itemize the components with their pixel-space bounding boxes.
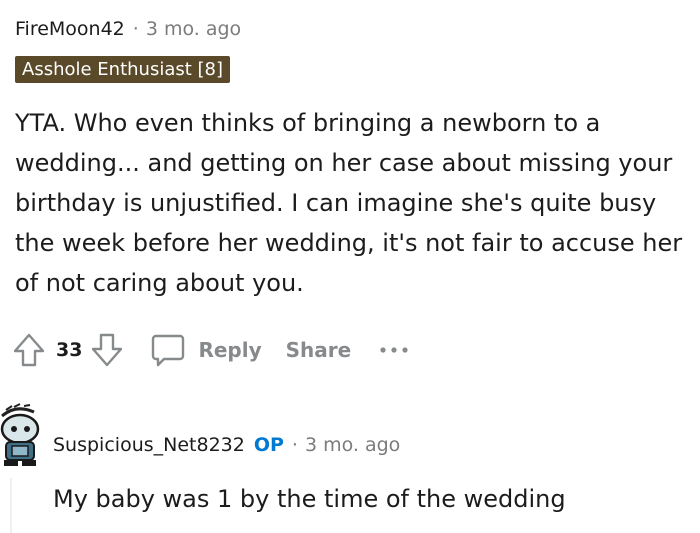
meta-separator: · [132,18,139,40]
reply-button[interactable]: Reply [198,338,261,362]
snoo-avatar-icon[interactable] [0,402,44,470]
downvote-arrow-icon[interactable] [90,332,124,368]
reply-body: My baby was 1 by the time of the wedding [53,485,566,513]
op-badge: OP [253,434,284,456]
reply-meta: Suspicious_Net8232 OP · 3 mo. ago [53,431,400,459]
share-button[interactable]: Share [286,338,352,362]
speech-bubble-icon[interactable] [150,332,186,368]
vote-count: 33 [56,339,83,361]
upvote-arrow-icon[interactable] [12,332,46,368]
comment-meta: FireMoon42 · 3 mo. ago [15,16,241,42]
more-dots-icon[interactable] [379,345,409,355]
thread-line[interactable] [10,478,12,533]
comment-username[interactable]: FireMoon42 [15,18,125,40]
comment-body: YTA. Who even thinks of bringing a newbo… [15,109,683,297]
meta-separator: · [291,434,298,456]
reply-username[interactable]: Suspicious_Net8232 [53,434,245,456]
user-flair: Asshole Enthusiast [8] [15,56,231,83]
comment-actions: 33 Reply Share [12,330,409,370]
reply-timestamp[interactable]: 3 mo. ago [305,434,400,456]
comment-timestamp[interactable]: 3 mo. ago [146,18,241,40]
